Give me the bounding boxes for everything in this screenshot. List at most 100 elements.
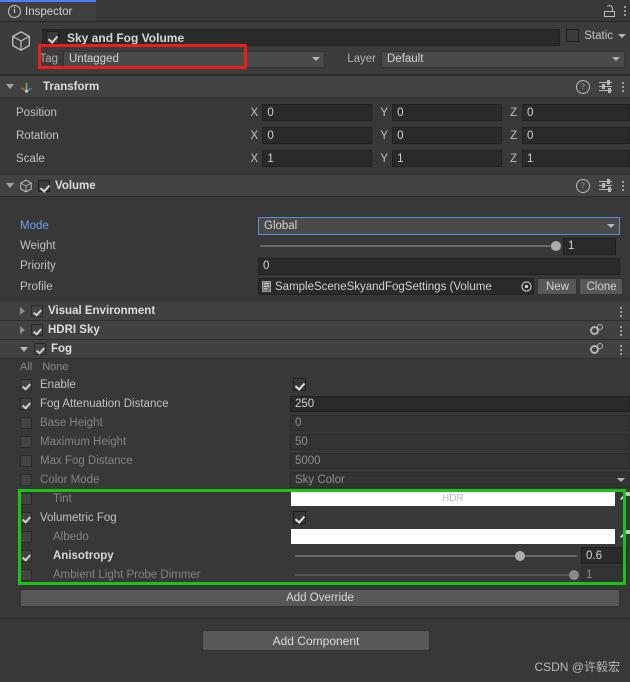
fog-checkbox[interactable] — [34, 343, 46, 355]
lock-open-icon[interactable] — [604, 4, 615, 17]
weight-slider-knob[interactable] — [551, 241, 561, 251]
volumetric-fog-label: Volumetric Fog — [40, 511, 117, 524]
volumetric-fog-toggle[interactable] — [293, 511, 306, 524]
transform-component-header[interactable]: Transform ? — [0, 75, 630, 98]
position-y-field[interactable]: 0 — [392, 104, 503, 121]
static-checkbox[interactable] — [566, 29, 580, 42]
fog-color-mode-dropdown[interactable]: Sky Color — [289, 471, 630, 488]
fog-maximum-height-value: 50 — [295, 435, 308, 448]
position-z-value: 0 — [526, 106, 534, 119]
fog-attenuation-value: 250 — [295, 397, 315, 410]
fog-attenuation-field[interactable]: 250 — [290, 395, 630, 412]
eyedropper-icon[interactable] — [618, 491, 630, 505]
kebab-menu-icon[interactable] — [621, 180, 624, 191]
override-visual-environment[interactable]: Visual Environment — [0, 302, 630, 321]
rotation-x-field[interactable]: 0 — [262, 127, 373, 144]
priority-field[interactable]: 0 — [258, 257, 620, 275]
override-fog[interactable]: Fog — [0, 340, 630, 359]
help-icon[interactable]: ? — [576, 79, 590, 94]
gameobject-name-field[interactable]: Sky and Fog Volume — [42, 29, 560, 46]
gameobject-enabled-checkbox[interactable] — [46, 31, 59, 44]
fog-attenuation-override-checkbox[interactable] — [20, 397, 32, 410]
inspector-tabbar: i Inspector — [0, 0, 630, 22]
static-control[interactable]: Static — [566, 29, 626, 42]
volumetric-fog-override-checkbox[interactable] — [20, 511, 32, 524]
chevron-down-icon — [312, 57, 320, 61]
fog-tint-override-checkbox[interactable] — [20, 492, 32, 505]
tab-inspector[interactable]: i Inspector — [0, 0, 96, 21]
fog-base-height-override-checkbox[interactable] — [20, 416, 32, 429]
gear-icon[interactable] — [590, 324, 604, 336]
fog-color-mode-override-checkbox[interactable] — [20, 473, 32, 486]
ambient-dimmer-value-field[interactable]: 1 — [581, 566, 627, 583]
eyedropper-icon[interactable] — [618, 529, 630, 543]
volume-component-header[interactable]: Volume ? — [0, 174, 630, 197]
priority-label: Priority — [20, 260, 56, 272]
visual-environment-foldout-icon[interactable] — [20, 307, 25, 315]
anisotropy-override-checkbox[interactable] — [20, 549, 32, 562]
object-picker-icon[interactable] — [519, 281, 533, 292]
kebab-menu-icon[interactable] — [619, 307, 622, 317]
rotation-z-field[interactable]: 0 — [521, 127, 630, 144]
fog-max-distance-field[interactable]: 5000 — [290, 452, 630, 469]
position-z-field[interactable]: 0 — [521, 104, 630, 121]
kebab-menu-icon[interactable] — [619, 326, 622, 336]
axis-y-label: Y — [380, 129, 389, 142]
kebab-menu-icon[interactable] — [623, 5, 626, 16]
rotation-y-field[interactable]: 0 — [392, 127, 503, 144]
albedo-override-checkbox[interactable] — [20, 530, 32, 543]
scale-x-field[interactable]: 1 — [262, 150, 373, 167]
help-icon[interactable]: ? — [576, 178, 590, 193]
fog-base-height-field[interactable]: 0 — [290, 414, 630, 431]
fog-enable-override-checkbox[interactable] — [20, 378, 32, 391]
fog-tint-color-field[interactable]: HDR — [290, 491, 616, 506]
add-component-button[interactable]: Add Component — [202, 630, 430, 651]
anisotropy-slider[interactable] — [293, 547, 581, 564]
tag-dropdown[interactable]: Untagged — [63, 50, 325, 68]
tabbar-right-icons — [604, 0, 626, 21]
chevron-down-icon[interactable] — [618, 33, 626, 38]
profile-new-label: New — [545, 280, 569, 293]
scale-z-field[interactable]: 1 — [521, 150, 630, 167]
volume-enabled-checkbox[interactable] — [38, 179, 50, 192]
weight-value-field[interactable]: 1 — [563, 237, 616, 255]
preset-settings-icon[interactable] — [599, 179, 612, 192]
fog-base-height-value: 0 — [295, 416, 302, 429]
preset-settings-icon[interactable] — [599, 80, 612, 93]
visual-environment-checkbox[interactable] — [31, 305, 43, 317]
ambient-dimmer-slider-knob[interactable] — [569, 570, 579, 580]
add-override-button[interactable]: Add Override — [20, 589, 620, 607]
hdri-sky-checkbox[interactable] — [31, 324, 43, 336]
anisotropy-value-field[interactable]: 0.6 — [581, 547, 627, 564]
profile-new-button[interactable]: New — [537, 278, 577, 295]
profile-object-field[interactable]: SampleSceneSkyandFogSettings (Volume — [258, 278, 534, 295]
ambient-dimmer-override-checkbox[interactable] — [20, 568, 32, 581]
fog-max-distance-override-checkbox[interactable] — [20, 454, 32, 467]
kebab-menu-icon[interactable] — [619, 345, 622, 355]
gear-icon[interactable] — [590, 343, 604, 355]
fog-maximum-height-field[interactable]: 50 — [290, 433, 630, 450]
albedo-color-field[interactable] — [290, 529, 616, 544]
fog-foldout-icon[interactable] — [20, 346, 28, 352]
override-hdri-sky[interactable]: HDRI Sky — [0, 321, 630, 340]
ambient-dimmer-slider[interactable] — [293, 566, 581, 583]
scale-y-field[interactable]: 1 — [392, 150, 503, 167]
weight-slider[interactable] — [258, 237, 563, 255]
fog-enable-toggle[interactable] — [293, 378, 306, 391]
fog-maximum-height-override-checkbox[interactable] — [20, 435, 32, 448]
kebab-menu-icon[interactable] — [621, 81, 624, 92]
transform-foldout-icon[interactable] — [6, 84, 14, 89]
axis-x-label: X — [250, 106, 259, 119]
position-x-field[interactable]: 0 — [262, 104, 373, 121]
volume-foldout-icon[interactable] — [6, 183, 14, 188]
hdri-sky-foldout-icon[interactable] — [20, 326, 25, 334]
fog-all-button[interactable]: All — [20, 361, 32, 373]
fog-row-ambient-light-probe-dimmer: Ambient Light Probe Dimmer 1 — [0, 565, 630, 584]
chevron-down-icon — [607, 224, 615, 228]
anisotropy-slider-knob[interactable] — [515, 551, 525, 561]
position-x-value: 0 — [267, 106, 274, 119]
profile-clone-button[interactable]: Clone — [579, 278, 623, 295]
fog-none-button[interactable]: None — [42, 361, 68, 373]
layer-dropdown[interactable]: Default — [381, 50, 625, 68]
mode-dropdown[interactable]: Global — [258, 217, 620, 235]
